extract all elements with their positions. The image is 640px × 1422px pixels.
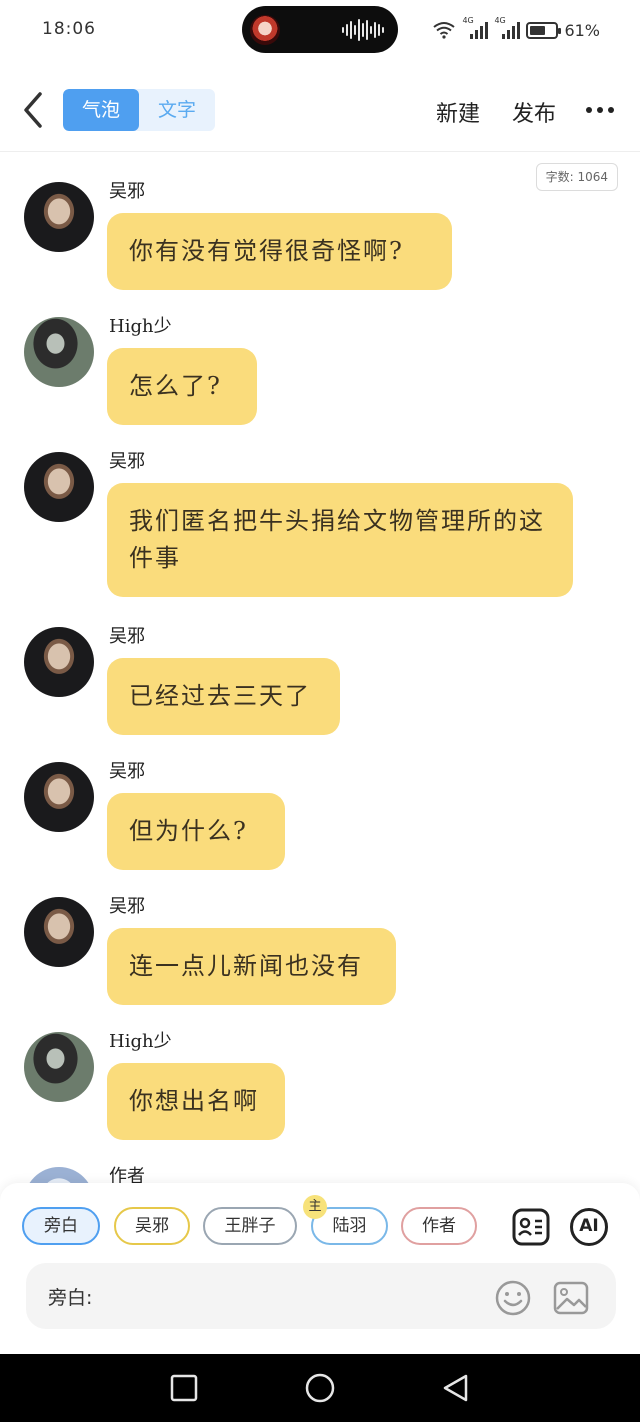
status-icons: 4G 4G 61% bbox=[432, 16, 600, 44]
battery-icon bbox=[526, 21, 562, 39]
triangle-back-icon bbox=[443, 1374, 468, 1402]
message-bubble[interactable]: 连一点儿新闻也没有 bbox=[107, 928, 396, 1005]
avatar[interactable] bbox=[24, 317, 94, 387]
signal-2-icon: 4G bbox=[494, 16, 521, 40]
message-list[interactable]: 吴邪 你有没有觉得很奇怪啊? High少 怎么了? 吴邪 我们匿名把牛头捐给文物… bbox=[0, 155, 640, 1185]
character-chip-wuxie[interactable]: 吴邪 bbox=[114, 1207, 190, 1245]
wifi-icon bbox=[433, 22, 456, 39]
speaker-name: 吴邪 bbox=[109, 761, 145, 782]
dynamic-island[interactable] bbox=[242, 6, 398, 53]
character-chip-wangpangzi[interactable]: 王胖子 bbox=[203, 1207, 297, 1245]
publish-button[interactable]: 发布 bbox=[512, 96, 556, 128]
speaker-name: High少 bbox=[109, 1031, 172, 1052]
character-chip-label: 陆羽 bbox=[332, 1216, 367, 1236]
main-character-badge: 主 bbox=[303, 1195, 327, 1219]
ai-button[interactable]: AI bbox=[569, 1207, 609, 1247]
speaker-name: 吴邪 bbox=[109, 626, 145, 647]
chevron-left-icon bbox=[24, 92, 42, 128]
circle-icon bbox=[305, 1373, 335, 1403]
input-box: 旁白: bbox=[26, 1263, 616, 1329]
character-chip-luyu[interactable]: 主 陆羽 bbox=[303, 1195, 388, 1245]
signal-1-icon: 4G bbox=[462, 16, 489, 40]
back-nav-button[interactable] bbox=[440, 1372, 472, 1404]
ai-label: AI bbox=[579, 1216, 599, 1236]
character-chip-author[interactable]: 作者 bbox=[401, 1207, 477, 1245]
speaker-name: 吴邪 bbox=[109, 451, 145, 472]
message-bubble[interactable]: 已经过去三天了 bbox=[107, 658, 340, 735]
network-type-2: 4G bbox=[494, 16, 506, 25]
network-type-1: 4G bbox=[462, 16, 474, 25]
speaker-name: 吴邪 bbox=[109, 896, 145, 917]
battery-percent: 61% bbox=[564, 20, 600, 40]
emoji-button[interactable] bbox=[494, 1279, 532, 1317]
avatar[interactable] bbox=[24, 1032, 94, 1102]
audio-wave-icon bbox=[342, 18, 386, 42]
image-button[interactable] bbox=[552, 1279, 590, 1317]
avatar[interactable] bbox=[24, 182, 94, 252]
input-panel: 旁白 吴邪 王胖子 主 陆羽 作者 AI 旁白: bbox=[0, 1183, 640, 1354]
home-button[interactable] bbox=[304, 1372, 336, 1404]
battery-fill bbox=[530, 25, 546, 35]
message-bubble[interactable]: 怎么了? bbox=[107, 348, 257, 425]
more-icon[interactable] bbox=[586, 98, 614, 122]
character-card-button[interactable] bbox=[511, 1207, 551, 1247]
character-chip-narrator[interactable]: 旁白 bbox=[22, 1207, 100, 1245]
avatar[interactable] bbox=[24, 897, 94, 967]
message-bubble[interactable]: 但为什么? bbox=[107, 793, 285, 870]
recent-apps-button[interactable] bbox=[168, 1372, 200, 1404]
speaker-name: 吴邪 bbox=[109, 181, 145, 202]
emoji-icon bbox=[495, 1280, 531, 1316]
tab-bubble[interactable]: 气泡 bbox=[63, 89, 139, 131]
avatar[interactable] bbox=[24, 452, 94, 522]
avatar[interactable] bbox=[24, 627, 94, 697]
input-speaker-label: 旁白: bbox=[48, 1287, 93, 1309]
avatar[interactable] bbox=[24, 762, 94, 832]
message-bubble[interactable]: 我们匿名把牛头捐给文物管理所的这件事 bbox=[107, 483, 573, 597]
square-icon bbox=[170, 1374, 198, 1402]
message-bubble[interactable]: 你想出名啊 bbox=[107, 1063, 285, 1140]
view-mode-tabs: 气泡 文字 bbox=[63, 89, 215, 131]
message-input[interactable] bbox=[106, 1279, 486, 1313]
music-cover-icon bbox=[250, 15, 280, 45]
image-icon bbox=[553, 1281, 589, 1315]
new-button[interactable]: 新建 bbox=[436, 96, 480, 128]
speaker-name: 作者 bbox=[109, 1166, 145, 1185]
status-bar: 18:06 4G 4G 61% bbox=[0, 0, 640, 60]
back-button[interactable] bbox=[16, 90, 52, 130]
speaker-name: High少 bbox=[109, 316, 172, 337]
header: 气泡 文字 新建 发布 bbox=[0, 72, 640, 152]
tab-text[interactable]: 文字 bbox=[139, 89, 215, 131]
message-bubble[interactable]: 你有没有觉得很奇怪啊? bbox=[107, 213, 452, 290]
character-card-icon bbox=[512, 1208, 550, 1246]
navigation-bar bbox=[0, 1354, 640, 1422]
status-time: 18:06 bbox=[42, 19, 96, 39]
